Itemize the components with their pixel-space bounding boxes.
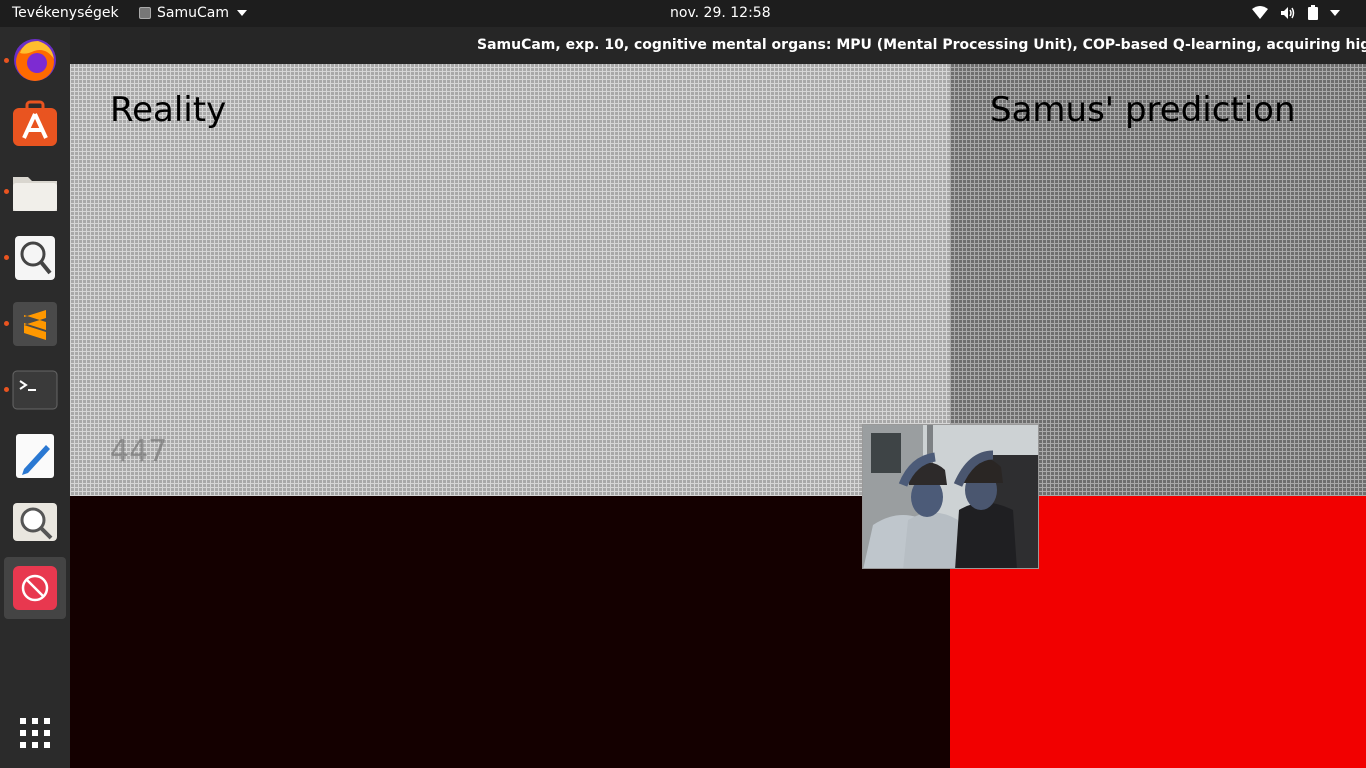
wifi-icon <box>1252 5 1268 19</box>
dock-image-viewer[interactable] <box>10 233 60 283</box>
system-status[interactable] <box>1252 5 1340 20</box>
dock-firefox[interactable] <box>10 35 60 85</box>
dock <box>0 27 70 768</box>
sublime-text-icon <box>13 302 57 346</box>
dock-samucam[interactable] <box>4 557 66 619</box>
running-indicator <box>4 58 9 63</box>
window-title-bar[interactable]: SamuCam, exp. 10, cognitive mental organ… <box>70 27 1366 64</box>
app-grid-icon <box>20 718 50 748</box>
running-indicator <box>4 189 9 194</box>
prediction-label: Samus' prediction <box>990 90 1296 130</box>
image-viewer-icon <box>15 236 55 280</box>
samucam-app-icon <box>13 566 57 610</box>
firefox-icon <box>14 39 56 81</box>
reality-label: Reality <box>110 90 227 130</box>
frame-counter: 447 <box>110 434 168 469</box>
activities-button[interactable]: Tevékenységek <box>12 5 119 21</box>
folder-icon <box>13 177 57 211</box>
software-store-icon <box>13 100 57 146</box>
chevron-down-icon <box>1330 9 1340 16</box>
terminal-icon <box>12 370 58 410</box>
app-icon <box>139 7 151 19</box>
volume-icon <box>1281 6 1295 19</box>
running-indicator <box>4 387 9 392</box>
dock-sublime-text[interactable] <box>10 299 60 349</box>
app-menu-label: SamuCam <box>157 5 229 21</box>
webcam-image <box>863 425 1038 568</box>
text-editor-icon <box>16 434 54 478</box>
webcam-preview <box>862 424 1039 569</box>
dock-magnifier[interactable] <box>10 497 60 547</box>
chevron-down-icon <box>236 10 247 16</box>
clock[interactable]: nov. 29. 12:58 <box>670 5 771 21</box>
dock-terminal[interactable] <box>10 365 60 415</box>
dock-text-editor[interactable] <box>10 431 60 481</box>
top-bar: Tevékenységek SamuCam nov. 29. 12:58 <box>0 0 1366 27</box>
battery-icon <box>1308 5 1318 20</box>
magnifier-icon <box>13 503 57 541</box>
dock-files[interactable] <box>10 167 60 217</box>
app-menu[interactable]: SamuCam <box>139 5 247 21</box>
show-applications-button[interactable] <box>10 708 60 758</box>
window-title: SamuCam, exp. 10, cognitive mental organ… <box>477 37 1366 53</box>
dark-output-area <box>70 496 950 768</box>
running-indicator <box>4 255 9 260</box>
dock-software-center[interactable] <box>10 100 60 150</box>
running-indicator <box>4 321 9 326</box>
reality-panel: Reality 447 <box>70 64 950 496</box>
